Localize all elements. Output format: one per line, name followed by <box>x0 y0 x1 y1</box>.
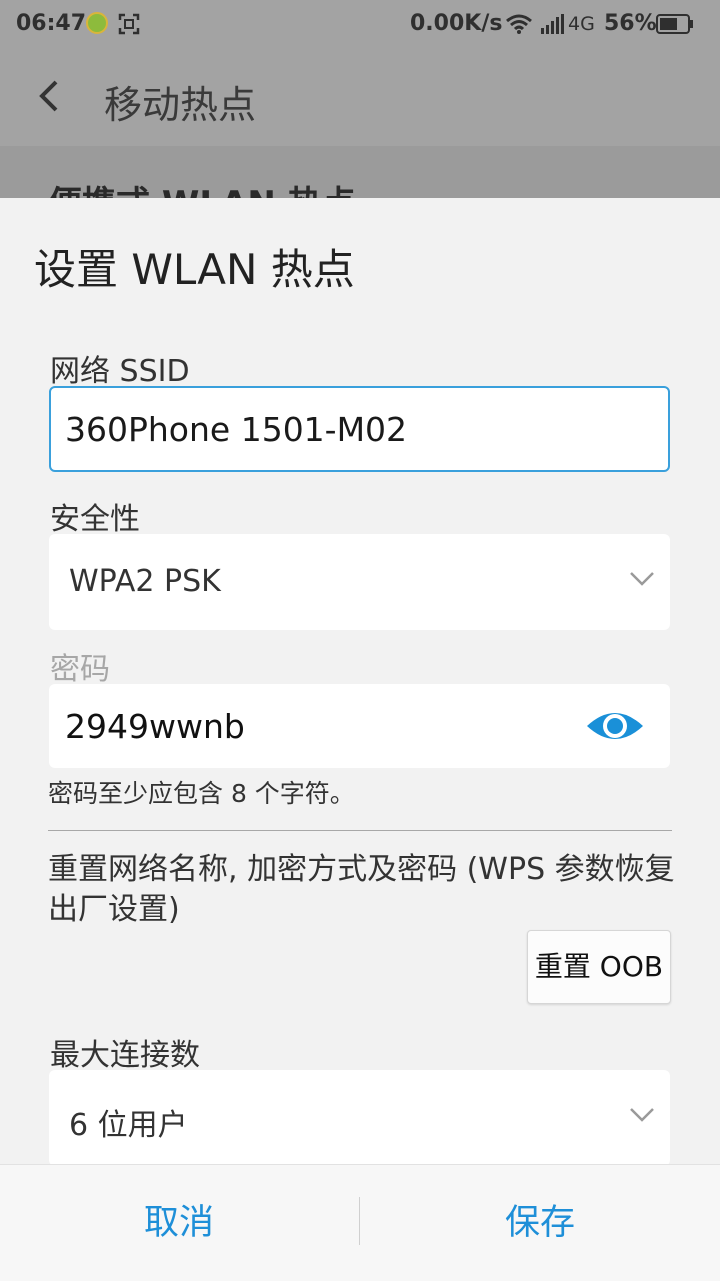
max-connections-value: 6 位用户 <box>69 1108 188 1143</box>
app-badge-icon <box>86 12 108 34</box>
network-type: 4G <box>568 13 595 35</box>
dialog-button-bar: 取消 保存 <box>0 1164 720 1281</box>
net-speed: 0.00K/s <box>410 11 503 36</box>
dialog-title: 设置 WLAN 热点 <box>34 245 355 294</box>
hotspot-settings-dialog: 设置 WLAN 热点 网络 SSID 360Phone 1501-M02 安全性… <box>0 198 720 1281</box>
button-separator <box>359 1197 360 1245</box>
ssid-label: 网络 SSID <box>50 354 190 389</box>
screen-scan-icon <box>118 13 140 35</box>
battery-icon <box>656 14 693 34</box>
security-label: 安全性 <box>50 502 140 537</box>
chevron-down-icon <box>630 1108 654 1122</box>
ssid-value: 360Phone 1501-M02 <box>65 410 408 449</box>
password-value: 2949wwnb <box>65 707 245 746</box>
background-list-item: 便携式 WLAN 热点 <box>48 176 356 198</box>
back-arrow-icon[interactable] <box>36 78 64 114</box>
password-label: 密码 <box>50 652 110 687</box>
status-time: 06:47 <box>16 11 87 36</box>
background-list: 便携式 WLAN 热点 <box>0 146 720 198</box>
cancel-button[interactable]: 取消 <box>0 1165 358 1281</box>
security-value: WPA2 PSK <box>69 564 221 599</box>
save-button[interactable]: 保存 <box>361 1165 719 1281</box>
password-hint: 密码至少应包含 8 个字符。 <box>48 779 355 808</box>
status-bar: 06:47 0.00K/s 4G 56% <box>0 0 720 50</box>
reset-oob-button[interactable]: 重置 OOB <box>527 930 671 1004</box>
signal-icon <box>541 14 564 34</box>
page-title: 移动热点 <box>104 83 257 127</box>
show-password-eye-icon[interactable] <box>585 704 645 748</box>
password-input[interactable]: 2949wwnb <box>49 684 670 768</box>
divider <box>48 830 672 831</box>
max-connections-label: 最大连接数 <box>50 1038 200 1073</box>
chevron-down-icon <box>630 572 654 586</box>
ssid-input[interactable]: 360Phone 1501-M02 <box>49 386 670 472</box>
max-connections-select[interactable]: 6 位用户 <box>49 1070 670 1166</box>
reset-description: 重置网络名称, 加密方式及密码 (WPS 参数恢复出厂设置) <box>48 852 675 927</box>
security-select[interactable]: WPA2 PSK <box>49 534 670 630</box>
wifi-icon <box>506 14 532 34</box>
battery-percent: 56% <box>604 11 657 36</box>
